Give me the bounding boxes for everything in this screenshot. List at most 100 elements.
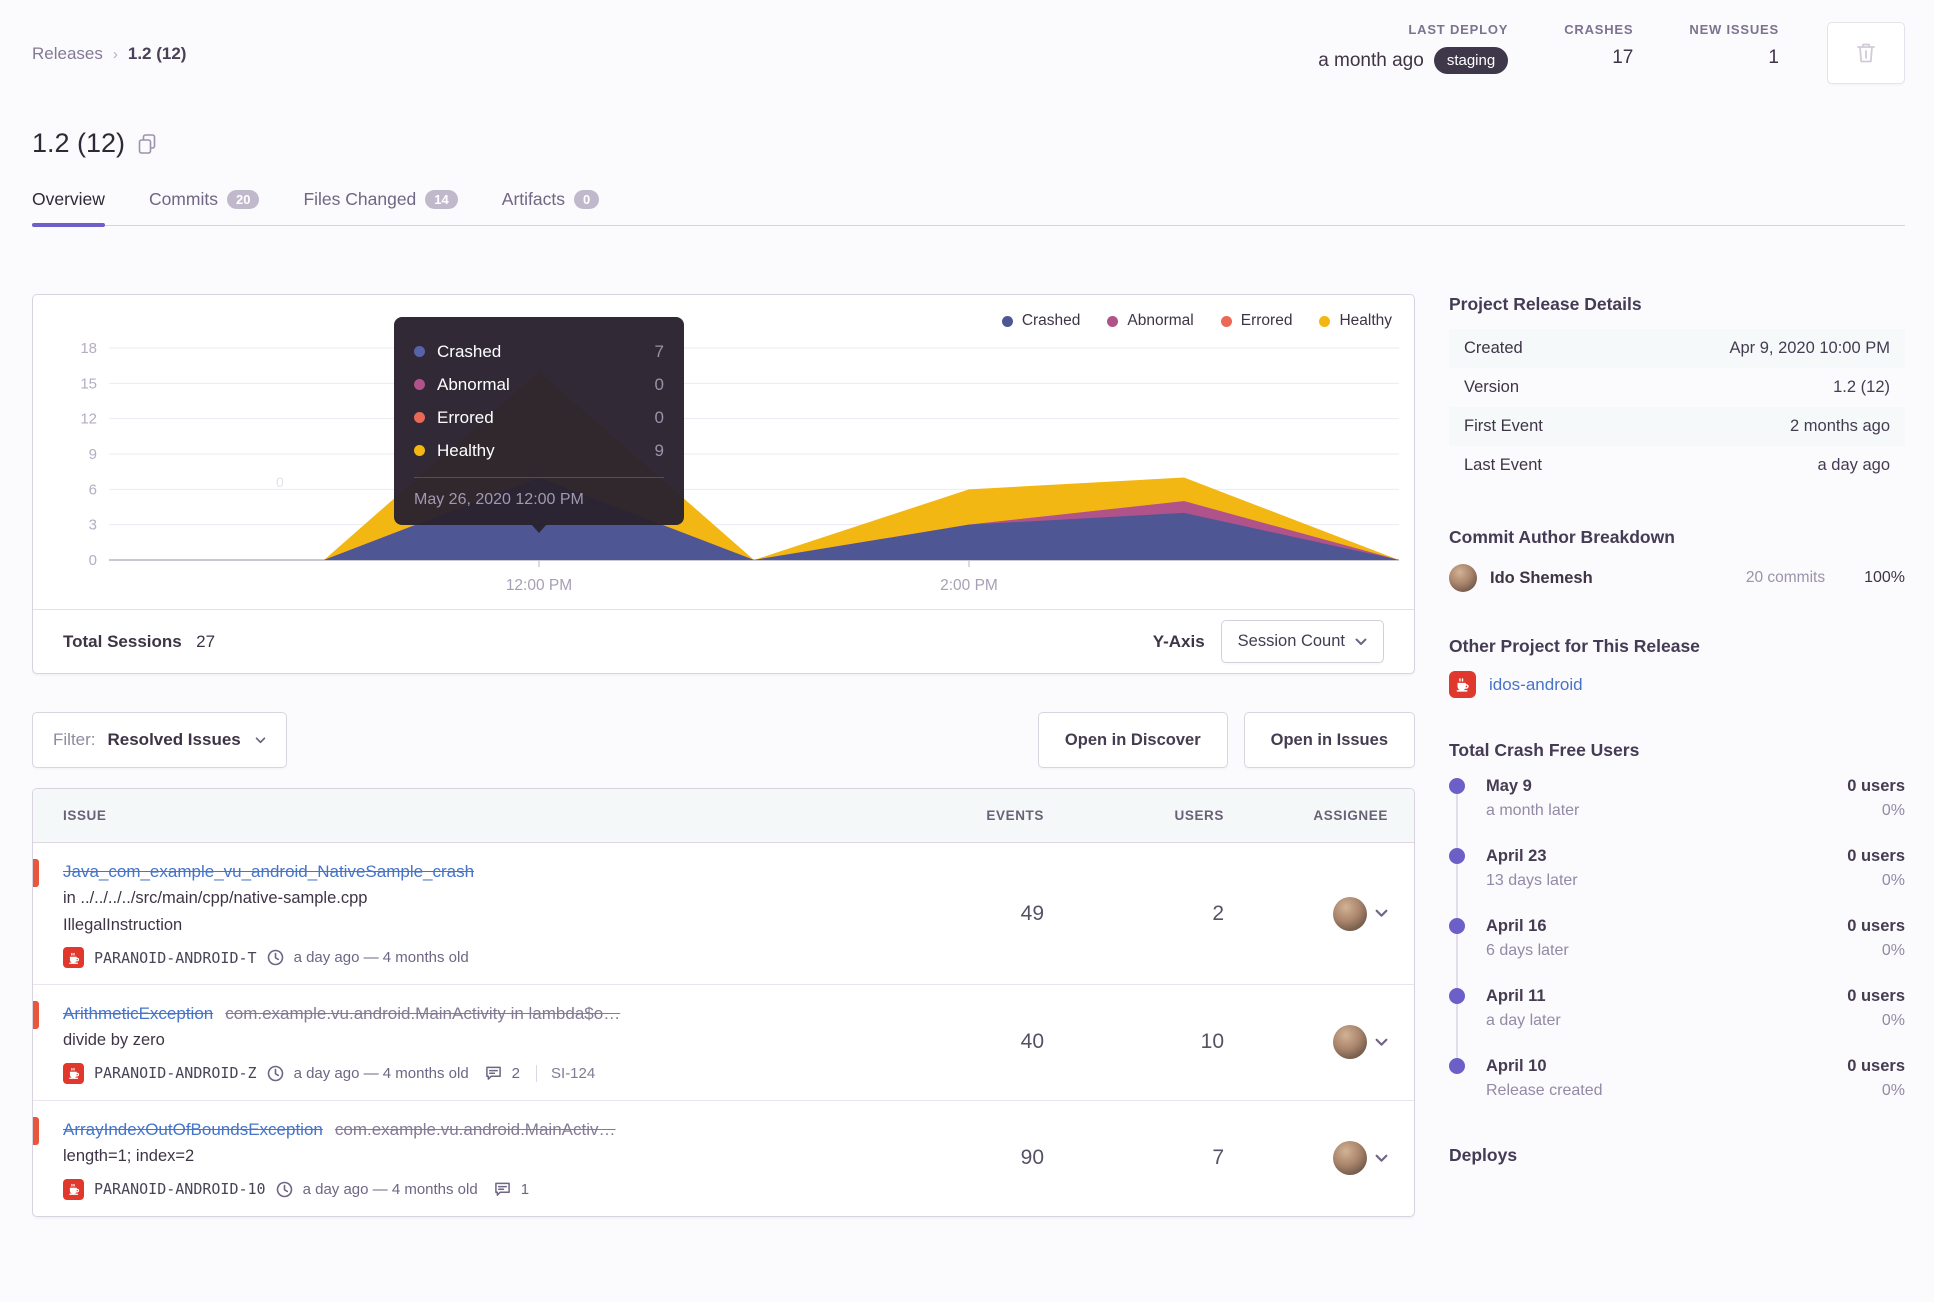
abnormal-dot-icon <box>1107 315 1119 327</box>
timeline-dot-icon <box>1449 1057 1465 1074</box>
other-project-section: Other Project for This Release idos-andr… <box>1449 636 1905 698</box>
crashed-dot-icon <box>414 346 425 357</box>
delete-release-button[interactable] <box>1827 22 1905 84</box>
abnormal-dot-icon <box>414 379 425 390</box>
crash-free-item: April 10 Release created 0 users 0% <box>1449 1055 1905 1103</box>
artifacts-count-badge: 0 <box>573 190 600 209</box>
project-slug: PARANOID-ANDROID-Z <box>94 1064 257 1083</box>
legend-crashed[interactable]: Crashed <box>1001 312 1080 330</box>
timeline-dot-icon <box>1449 987 1465 1004</box>
timeline-dot-icon <box>1449 917 1465 934</box>
issue-title-link[interactable]: Java_com_example_vu_android_NativeSample… <box>63 862 474 881</box>
commit-author-breakdown: Commit Author Breakdown Ido Shemesh 20 c… <box>1449 527 1905 594</box>
assignee-dropdown[interactable] <box>1224 1141 1388 1176</box>
comments-count: 2 <box>511 1064 521 1082</box>
issue-title-link[interactable]: ArrayIndexOutOfBoundsException <box>63 1120 323 1139</box>
detail-row-version: Version 1.2 (12) <box>1464 378 1890 396</box>
project-coffee-icon <box>1449 671 1476 698</box>
stat-last-deploy-value: a month ago <box>1318 49 1424 71</box>
sessions-chart-card: Crashed Abnormal Errored Healthy 0 3 6 9… <box>32 294 1415 674</box>
tooltip-errored-row: Errored 0 <box>414 401 664 434</box>
assignee-avatar <box>1333 1025 1367 1060</box>
issues-table: ISSUE EVENTS USERS ASSIGNEE Java_com_exa… <box>32 788 1415 1217</box>
breadcrumb-current: 1.2 (12) <box>127 44 187 63</box>
chevron-down-icon <box>1375 1154 1388 1162</box>
crash-free-users-section: Total Crash Free Users May 9 a month lat… <box>1449 740 1905 1103</box>
legend-abnormal[interactable]: Abnormal <box>1107 312 1194 330</box>
col-header-events: EVENTS <box>986 808 1044 823</box>
commits-count-badge: 20 <box>226 190 260 209</box>
yaxis-select[interactable]: Session Count <box>1220 620 1384 663</box>
assignee-avatar <box>1333 896 1367 931</box>
issue-users-count: 10 <box>1200 1030 1224 1054</box>
chevron-down-icon <box>1355 638 1367 645</box>
author-name: Ido Shemesh <box>1490 568 1593 587</box>
author-commit-count: 20 commits <box>1745 569 1826 586</box>
issues-table-header: ISSUE EVENTS USERS ASSIGNEE <box>33 789 1414 843</box>
legend-healthy[interactable]: Healthy <box>1319 312 1392 330</box>
issue-events-count: 90 <box>1020 1146 1044 1170</box>
svg-text:18: 18 <box>80 340 97 357</box>
tab-artifacts[interactable]: Artifacts 0 <box>502 189 600 225</box>
tooltip-abnormal-row: Abnormal 0 <box>414 368 664 401</box>
issue-row: Java_com_example_vu_android_NativeSample… <box>33 843 1414 986</box>
sessions-area-chart[interactable]: 0 3 6 9 12 15 18 12:00 PM 2:00 PM 0 Crashed 7 Abn… <box>33 297 1414 609</box>
errored-dot-icon <box>414 412 425 423</box>
chevron-down-icon <box>1375 1038 1388 1046</box>
section-heading: Total Crash Free Users <box>1449 740 1640 760</box>
staging-badge: staging <box>1433 47 1509 74</box>
tab-overview[interactable]: Overview <box>32 189 105 227</box>
issue-title-link[interactable]: ArithmeticException <box>63 1004 213 1023</box>
author-avatar <box>1449 564 1477 592</box>
issue-message: IllegalInstruction <box>63 915 183 934</box>
stat-last-deploy: LAST DEPLOY a month ago staging <box>1318 22 1509 74</box>
timeline-dot-icon <box>1449 847 1465 864</box>
issue-culprit: com.example.vu.android.MainActivity in l… <box>225 1004 621 1024</box>
svg-text:15: 15 <box>80 375 97 392</box>
stat-crashes: CRASHES 17 <box>1564 22 1633 69</box>
breadcrumb: Releases › 1.2 (12) <box>32 22 186 84</box>
issue-events-count: 49 <box>1020 901 1044 925</box>
top-bar: Releases › 1.2 (12) LAST DEPLOY a month … <box>32 0 1905 84</box>
legend-errored[interactable]: Errored <box>1220 312 1292 330</box>
col-header-users: USERS <box>1174 808 1224 823</box>
files-changed-count-badge: 14 <box>425 190 458 209</box>
assignee-dropdown[interactable] <box>1224 1025 1388 1060</box>
open-in-discover-button[interactable]: Open in Discover <box>1037 712 1228 768</box>
tooltip-crashed-row: Crashed 7 <box>414 335 664 368</box>
svg-text:3: 3 <box>89 517 97 534</box>
assignee-dropdown[interactable] <box>1224 896 1388 931</box>
open-in-issues-button[interactable]: Open in Issues <box>1243 712 1415 768</box>
errored-dot-icon <box>1220 315 1232 327</box>
tab-commits[interactable]: Commits 20 <box>149 189 260 225</box>
unhandled-indicator <box>33 859 39 887</box>
stat-new-issues-label: NEW ISSUES <box>1689 22 1779 37</box>
chart-tooltip: Crashed 7 Abnormal 0 Errored 0 Healthy 9… <box>394 317 684 533</box>
project-coffee-icon <box>63 1178 84 1200</box>
timeline-dot-icon <box>1449 778 1465 794</box>
svg-text:9: 9 <box>89 446 97 463</box>
issue-row: ArithmeticException com.example.vu.androi… <box>33 985 1414 1101</box>
comments-icon <box>494 1182 510 1196</box>
stat-crashes-label: CRASHES <box>1564 22 1634 37</box>
issue-culprit: com.example.vu.android.MainActiv… <box>334 1119 616 1139</box>
tab-files-changed[interactable]: Files Changed 14 <box>303 189 458 225</box>
other-project-link[interactable]: idos-android <box>1489 675 1583 695</box>
stat-last-deploy-label: LAST DEPLOY <box>1408 22 1509 37</box>
comments-count: 1 <box>520 1180 530 1198</box>
release-stats: LAST DEPLOY a month ago staging CRASHES … <box>1318 22 1905 84</box>
healthy-dot-icon <box>1319 315 1331 327</box>
svg-text:2:00 PM: 2:00 PM <box>940 577 998 594</box>
issue-age: a day ago — 4 months old <box>302 1180 478 1198</box>
issues-filter-dropdown[interactable]: Filter: Resolved Issues <box>32 712 287 768</box>
crash-free-item: April 16 6 days later 0 users 0% <box>1449 915 1905 963</box>
copy-icon[interactable] <box>137 133 157 155</box>
breadcrumb-releases[interactable]: Releases <box>32 44 103 64</box>
tooltip-healthy-row: Healthy 9 <box>414 434 664 467</box>
issue-users-count: 7 <box>1212 1146 1224 1170</box>
section-heading: Commit Author Breakdown <box>1449 527 1675 547</box>
stat-crashes-value: 17 <box>1612 47 1634 68</box>
clock-icon <box>267 949 283 966</box>
issue-events-count: 40 <box>1020 1030 1044 1054</box>
chart-footer: Total Sessions 27 Y-Axis Session Count <box>33 609 1414 673</box>
